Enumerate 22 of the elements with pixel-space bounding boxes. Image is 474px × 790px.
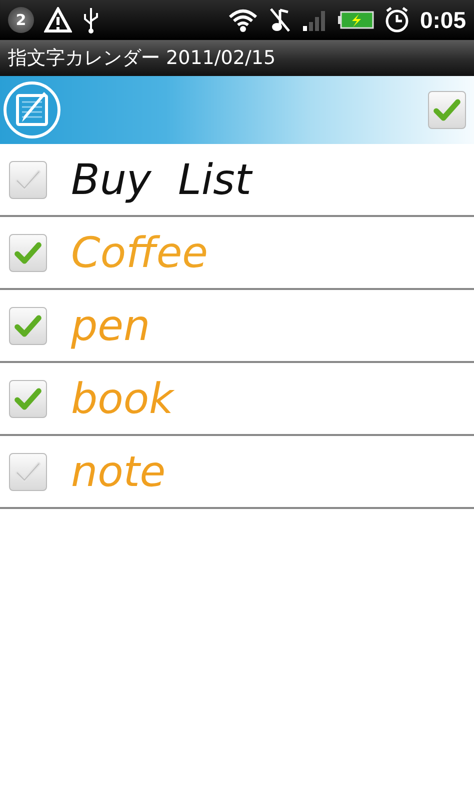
muted-note-icon [268, 6, 292, 34]
signal-icon [302, 8, 328, 32]
usb-icon [82, 6, 100, 34]
item-checkbox[interactable] [9, 160, 47, 198]
handwritten-item: note [71, 450, 166, 492]
item-checkbox[interactable] [9, 380, 47, 418]
alarm-clock-icon [384, 6, 410, 34]
wifi-icon [228, 7, 258, 33]
handwritten-item: pen [71, 304, 150, 346]
handwritten-item: book [71, 378, 174, 420]
notification-badge: 2 [8, 7, 34, 33]
battery-icon [338, 10, 374, 30]
item-checkbox[interactable] [9, 306, 47, 344]
warning-icon [44, 7, 72, 33]
item-checkbox[interactable] [9, 234, 47, 272]
handwritten-item: Buy List [71, 158, 252, 200]
clock-time: 0:05 [420, 6, 466, 34]
check-all-checkbox[interactable] [428, 91, 466, 129]
item-checkbox[interactable] [9, 452, 47, 490]
handwritten-item: Coffee [71, 232, 208, 274]
edit-note-icon[interactable] [2, 80, 62, 140]
app-title: 指文字カレンダー 2011/02/15 [8, 46, 276, 71]
